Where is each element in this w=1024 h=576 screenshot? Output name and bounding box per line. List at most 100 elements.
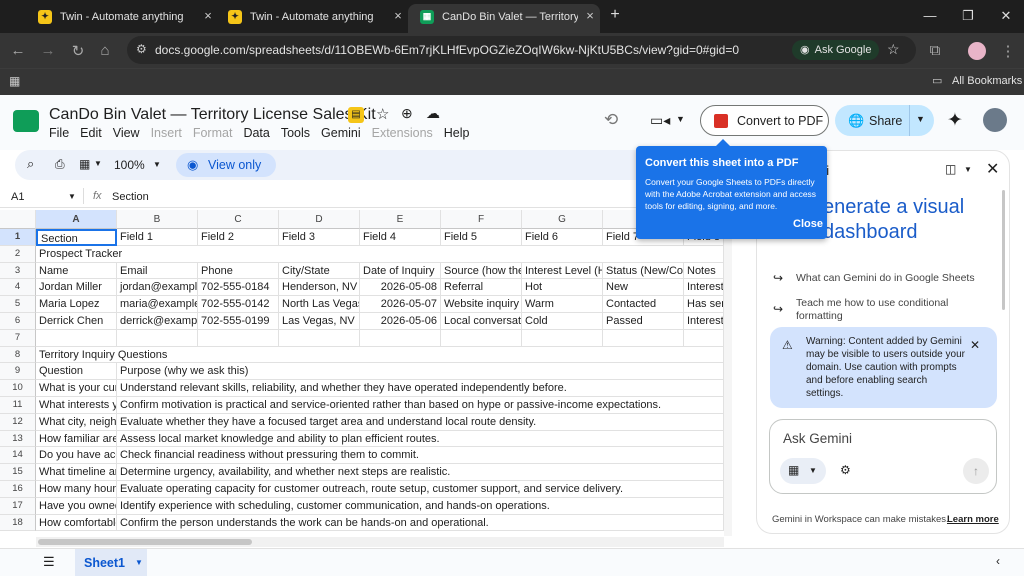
- sheet-context-chip[interactable]: ▦ ▼: [780, 458, 826, 484]
- cloud-status-icon[interactable]: ☁: [426, 105, 440, 122]
- tooltip-close-button[interactable]: Close: [793, 218, 823, 230]
- zoom-dropdown-icon[interactable]: ▼: [153, 160, 161, 169]
- learn-more-link[interactable]: Learn more: [947, 514, 999, 525]
- grid-cell[interactable]: Henderson, NV: [279, 279, 360, 297]
- extensions-icon[interactable]: ⧉: [925, 42, 945, 59]
- row-header[interactable]: 3: [0, 262, 36, 280]
- grid-cell[interactable]: Evaluate operating capacity for customer…: [117, 481, 720, 498]
- suggestion-chip-1[interactable]: What can Gemini do in Google Sheets: [796, 272, 975, 284]
- spreadsheet-grid[interactable]: ABCDEFGHI1SectionField 1Field 2Field 3Fi…: [0, 210, 724, 536]
- gemini-scrollbar[interactable]: [1002, 190, 1005, 310]
- grid-cell[interactable]: Have you owned: [36, 497, 117, 515]
- grid-cell[interactable]: 2026-05-06: [360, 313, 441, 330]
- menu-tools[interactable]: Tools: [281, 126, 310, 140]
- row-header[interactable]: 17: [0, 497, 36, 515]
- grid-cell[interactable]: City/State: [279, 262, 360, 280]
- address-bar[interactable]: ⚙ docs.google.com/spreadsheets/d/11OBEWb…: [127, 36, 916, 64]
- new-tab-icon[interactable]: +: [605, 6, 625, 24]
- row-header[interactable]: 2: [0, 245, 36, 263]
- version-history-icon[interactable]: ⟲: [604, 110, 618, 130]
- grid-cell[interactable]: Field 3: [279, 229, 360, 246]
- grid-cell[interactable]: Assess local market knowledge and abilit…: [117, 430, 720, 448]
- grid-cell[interactable]: 702-555-0142: [198, 296, 279, 313]
- grid-cell[interactable]: [36, 329, 117, 347]
- column-header[interactable]: D: [279, 210, 360, 229]
- zoom-select[interactable]: 100%: [114, 158, 145, 172]
- url-text[interactable]: docs.google.com/spreadsheets/d/11OBEWb-6…: [155, 43, 739, 57]
- menu-help[interactable]: Help: [444, 126, 470, 140]
- grid-cell[interactable]: Check financial readiness without pressu…: [117, 447, 720, 465]
- grid-cell[interactable]: Source (how the: [441, 262, 522, 280]
- grid-cell[interactable]: Notes: [684, 262, 724, 280]
- grid-cell[interactable]: Confirm the person understands the work …: [117, 514, 720, 532]
- grid-cell[interactable]: How familiar are: [36, 430, 117, 448]
- grid-cell[interactable]: Date of Inquiry: [360, 262, 441, 280]
- grid-cell[interactable]: Evaluate whether they have a focused tar…: [117, 413, 720, 431]
- grid-cell[interactable]: Intereste: [684, 313, 724, 330]
- grid-cell[interactable]: Derrick Chen: [36, 313, 117, 330]
- all-sheets-icon[interactable]: ☰: [43, 554, 55, 570]
- row-header[interactable]: 9: [0, 363, 36, 381]
- grid-cell[interactable]: [198, 329, 279, 347]
- column-header[interactable]: C: [198, 210, 279, 229]
- grid-cell[interactable]: Prospect Tracker: [36, 245, 720, 263]
- row-header[interactable]: 13: [0, 430, 36, 448]
- close-panel-icon[interactable]: ✕: [986, 159, 999, 179]
- dismiss-warning-icon[interactable]: ✕: [970, 338, 980, 352]
- menu-file[interactable]: File: [49, 126, 69, 140]
- row-header[interactable]: 8: [0, 346, 36, 364]
- meet-dropdown-icon[interactable]: ▼: [676, 114, 685, 124]
- gemini-sparkle-icon[interactable]: ✦: [947, 109, 963, 132]
- grid-cell[interactable]: [117, 329, 198, 347]
- row-header[interactable]: 15: [0, 464, 36, 481]
- grid-cell[interactable]: Contacted: [603, 296, 684, 313]
- forward-icon[interactable]: →: [38, 42, 58, 59]
- close-tab-icon[interactable]: ×: [582, 8, 598, 24]
- chevron-down-icon[interactable]: ▼: [94, 159, 102, 168]
- vertical-scrollbar[interactable]: [724, 210, 732, 536]
- bookmark-star-icon[interactable]: ☆: [887, 41, 900, 58]
- grid-cell[interactable]: Hot: [522, 279, 603, 297]
- grid-cell[interactable]: Jordan Miller: [36, 279, 117, 297]
- site-info-icon[interactable]: ⚙: [136, 42, 147, 56]
- grid-cell[interactable]: North Las Vegas: [279, 296, 360, 313]
- paint-format-icon[interactable]: ▦: [79, 157, 90, 171]
- grid-cell[interactable]: Do you have acc: [36, 447, 117, 465]
- ask-gemini-placeholder[interactable]: Ask Gemini: [783, 431, 852, 446]
- apps-grid-icon[interactable]: ▦: [9, 74, 20, 88]
- all-bookmarks-link[interactable]: All Bookmarks: [952, 75, 1022, 87]
- sheet-tab-sheet1[interactable]: Sheet1 ▼: [75, 549, 147, 576]
- select-all-corner[interactable]: [0, 210, 36, 229]
- grid-cell[interactable]: Understand relevant skills, reliability,…: [117, 380, 720, 397]
- grid-cell[interactable]: 702-555-0184: [198, 279, 279, 297]
- grid-cell[interactable]: Las Vegas, NV: [279, 313, 360, 330]
- grid-cell[interactable]: Status (New/Cor: [603, 262, 684, 280]
- grid-cell[interactable]: What city, neight: [36, 413, 117, 431]
- column-header[interactable]: E: [360, 210, 441, 229]
- share-dropdown-icon[interactable]: ▼: [916, 114, 925, 124]
- grid-cell[interactable]: Warm: [522, 296, 603, 313]
- share-button[interactable]: 🌐 Share ▼: [835, 105, 934, 136]
- grid-cell[interactable]: 2026-05-08: [360, 279, 441, 297]
- grid-cell[interactable]: What is your cur: [36, 380, 117, 397]
- row-header[interactable]: 7: [0, 329, 36, 347]
- grid-cell[interactable]: Name: [36, 262, 117, 280]
- send-icon[interactable]: ↑: [963, 458, 989, 484]
- convert-to-pdf-button[interactable]: Convert to PDF: [700, 105, 829, 136]
- horizontal-scrollbar[interactable]: [36, 537, 724, 547]
- grid-cell[interactable]: derrick@exampl: [117, 313, 198, 330]
- grid-cell[interactable]: Email: [117, 262, 198, 280]
- grid-cell[interactable]: Determine urgency, availability, and whe…: [117, 464, 720, 481]
- grid-cell[interactable]: jordan@example: [117, 279, 198, 297]
- browser-menu-icon[interactable]: ⋮: [998, 42, 1018, 60]
- user-avatar[interactable]: [983, 108, 1007, 132]
- sheet-tab-dropdown-icon[interactable]: ▼: [135, 558, 143, 567]
- grid-cell[interactable]: maria@example: [117, 296, 198, 313]
- close-tab-icon[interactable]: ×: [200, 8, 216, 24]
- row-header[interactable]: 16: [0, 481, 36, 498]
- grid-cell[interactable]: [603, 329, 684, 347]
- row-header[interactable]: 12: [0, 413, 36, 431]
- grid-cell[interactable]: Referral: [441, 279, 522, 297]
- row-header[interactable]: 10: [0, 380, 36, 397]
- grid-cell[interactable]: Local conversati: [441, 313, 522, 330]
